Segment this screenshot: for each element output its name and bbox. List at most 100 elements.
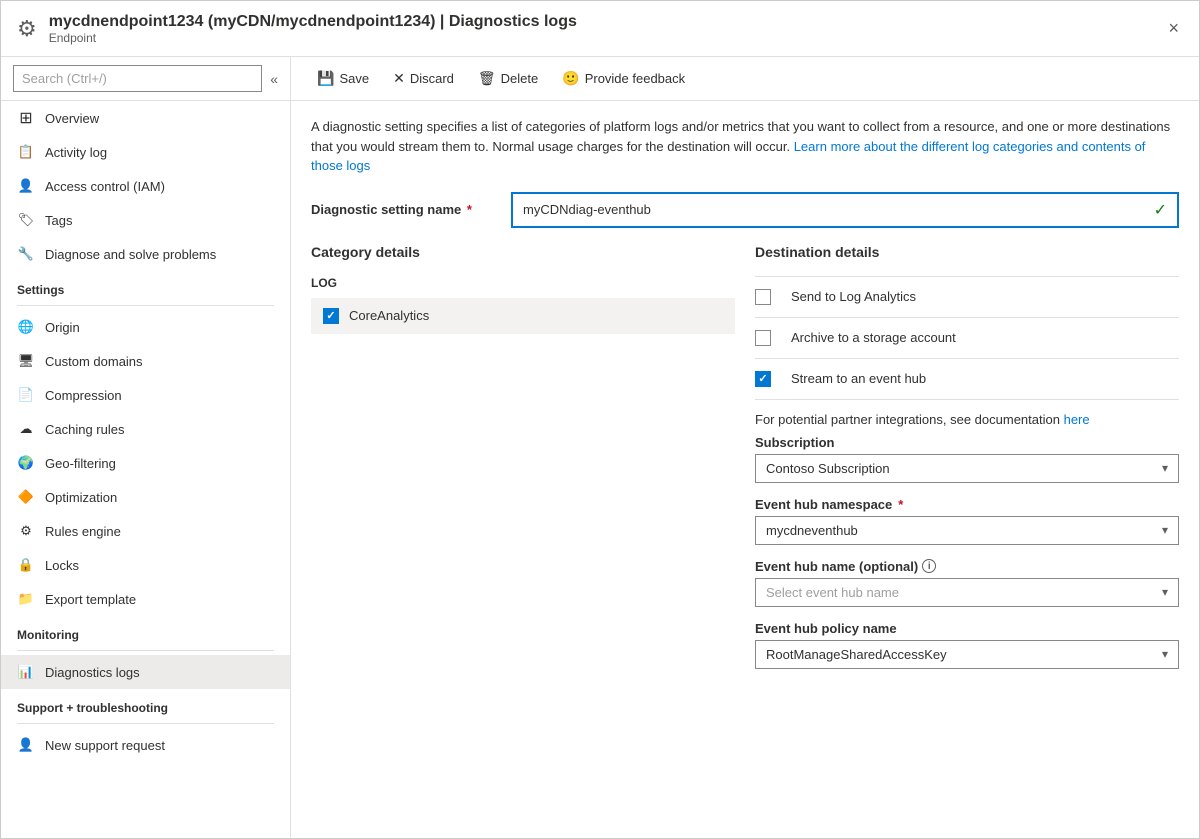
rules-engine-icon: ⚙ [17, 522, 35, 540]
subscription-label: Subscription [755, 435, 1179, 450]
sidebar-item-overview[interactable]: ⊞ Overview [1, 101, 290, 135]
event-hub-name-label: Event hub name (optional) i [755, 559, 1179, 574]
locks-icon: 🔒 [17, 556, 35, 574]
event-hub-namespace-field: Event hub namespace * mycdneventhub ▾ [755, 497, 1179, 545]
category-details-header: Category details [311, 244, 735, 260]
sidebar-item-diagnostics-logs-label: Diagnostics logs [45, 665, 140, 680]
sidebar-item-optimization-label: Optimization [45, 490, 117, 505]
export-template-icon: 📁 [17, 590, 35, 608]
storage-account-checkbox[interactable] [755, 330, 771, 346]
sidebar-item-access-control[interactable]: 👤 Access control (IAM) [1, 169, 290, 203]
delete-icon: 🗑 [478, 70, 496, 87]
core-analytics-label: CoreAnalytics [349, 308, 429, 323]
page-title: mycdnendpoint1234 (myCDN/mycdnendpoint12… [49, 13, 1165, 31]
new-support-icon: 👤 [17, 736, 35, 754]
subscription-dropdown[interactable]: Contoso Subscription ▾ [755, 454, 1179, 483]
origin-icon: 🌐 [17, 318, 35, 336]
sidebar-item-diagnose[interactable]: 🔧 Diagnose and solve problems [1, 237, 290, 271]
feedback-button[interactable]: 🙂 Provide feedback [552, 65, 695, 92]
overview-icon: ⊞ [17, 109, 35, 127]
collapse-button[interactable]: « [270, 71, 278, 87]
event-hub-name-dropdown[interactable]: Select event hub name ▾ [755, 578, 1179, 607]
event-hub-row[interactable]: Stream to an event hub [755, 359, 1179, 400]
subscription-value: Contoso Subscription [766, 461, 890, 476]
log-analytics-checkbox[interactable] [755, 289, 771, 305]
sidebar-item-activity-log[interactable]: 📋 Activity log [1, 135, 290, 169]
core-analytics-checkbox[interactable] [323, 308, 339, 324]
sidebar-item-origin[interactable]: 🌐 Origin [1, 310, 290, 344]
monitoring-section-label: Monitoring [1, 616, 290, 646]
sidebar-item-activity-log-label: Activity log [45, 145, 107, 160]
delete-button[interactable]: 🗑 Delete [468, 65, 548, 92]
search-input[interactable] [13, 65, 262, 92]
page-subtitle: Endpoint [49, 31, 1165, 45]
description-text: A diagnostic setting specifies a list of… [311, 117, 1179, 176]
monitoring-divider [17, 650, 274, 651]
destination-details-header: Destination details [755, 244, 1179, 260]
event-hub-policy-field: Event hub policy name RootManageSharedAc… [755, 621, 1179, 669]
sidebar-item-diagnostics-logs[interactable]: 📊 Diagnostics logs [1, 655, 290, 689]
sidebar-item-tags[interactable]: 🏷 Tags [1, 203, 290, 237]
tags-icon: 🏷 [17, 211, 35, 229]
sidebar-item-access-control-label: Access control (IAM) [45, 179, 165, 194]
sidebar-item-new-support-label: New support request [45, 738, 165, 753]
sidebar-item-diagnose-label: Diagnose and solve problems [45, 247, 216, 262]
log-label: log [311, 276, 735, 290]
sidebar-item-caching-rules[interactable]: ☁ Caching rules [1, 412, 290, 446]
diagnostic-setting-value: myCDNdiag-eventhub [523, 202, 651, 217]
gear-icon: ⚙ [17, 16, 37, 42]
sidebar-item-locks[interactable]: 🔒 Locks [1, 548, 290, 582]
event-hub-policy-dropdown[interactable]: RootManageSharedAccessKey ▾ [755, 640, 1179, 669]
sidebar-item-compression[interactable]: 📄 Compression [1, 378, 290, 412]
subscription-chevron-icon: ▾ [1162, 461, 1168, 475]
sidebar-item-caching-rules-label: Caching rules [45, 422, 125, 437]
discard-button[interactable]: ✕ Discard [383, 65, 464, 92]
discard-label: Discard [410, 71, 454, 86]
sidebar: « ⊞ Overview 📋 Activity log 👤 Access con… [1, 57, 291, 838]
event-hub-namespace-chevron-icon: ▾ [1162, 523, 1168, 537]
geo-filtering-icon: 🌍 [17, 454, 35, 472]
event-hub-policy-label: Event hub policy name [755, 621, 1179, 636]
event-hub-name-info-icon[interactable]: i [922, 559, 936, 573]
settings-section-label: Settings [1, 271, 290, 301]
core-analytics-row[interactable]: CoreAnalytics [311, 298, 735, 334]
content-area: 💾 Save ✕ Discard 🗑 Delete 🙂 Provide feed… [291, 57, 1199, 838]
log-analytics-label: Send to Log Analytics [791, 289, 916, 304]
event-hub-namespace-dropdown[interactable]: mycdneventhub ▾ [755, 516, 1179, 545]
storage-account-row[interactable]: Archive to a storage account [755, 318, 1179, 359]
sidebar-item-origin-label: Origin [45, 320, 80, 335]
custom-domains-icon: 🖥 [17, 352, 35, 370]
event-hub-name-chevron-icon: ▾ [1162, 585, 1168, 599]
sidebar-item-new-support[interactable]: 👤 New support request [1, 728, 290, 762]
sidebar-item-geo-filtering[interactable]: 🌍 Geo-filtering [1, 446, 290, 480]
caching-rules-icon: ☁ [17, 420, 35, 438]
sidebar-item-custom-domains[interactable]: 🖥 Custom domains [1, 344, 290, 378]
save-button[interactable]: 💾 Save [307, 65, 379, 92]
delete-label: Delete [501, 71, 539, 86]
diagnose-icon: 🔧 [17, 245, 35, 263]
compression-icon: 📄 [17, 386, 35, 404]
access-control-icon: 👤 [17, 177, 35, 195]
sidebar-item-locks-label: Locks [45, 558, 79, 573]
event-hub-checkbox[interactable] [755, 371, 771, 387]
subscription-field: Subscription Contoso Subscription ▾ [755, 435, 1179, 483]
sidebar-item-export-template[interactable]: 📁 Export template [1, 582, 290, 616]
storage-account-label: Archive to a storage account [791, 330, 956, 345]
diagnostic-setting-label: Diagnostic setting name * [311, 202, 511, 217]
sidebar-item-compression-label: Compression [45, 388, 122, 403]
log-analytics-row[interactable]: Send to Log Analytics [755, 276, 1179, 318]
toolbar: 💾 Save ✕ Discard 🗑 Delete 🙂 Provide feed… [291, 57, 1199, 101]
event-hub-namespace-value: mycdneventhub [766, 523, 858, 538]
event-hub-policy-chevron-icon: ▾ [1162, 647, 1168, 661]
close-button[interactable]: × [1164, 14, 1183, 43]
sidebar-item-rules-engine[interactable]: ⚙ Rules engine [1, 514, 290, 548]
event-hub-name-field: Event hub name (optional) i Select event… [755, 559, 1179, 607]
partner-link[interactable]: here [1064, 412, 1090, 427]
sidebar-item-overview-label: Overview [45, 111, 99, 126]
optimization-icon: 🔶 [17, 488, 35, 506]
event-hub-label: Stream to an event hub [791, 371, 926, 386]
sidebar-item-optimization[interactable]: 🔶 Optimization [1, 480, 290, 514]
discard-icon: ✕ [393, 70, 405, 87]
sidebar-item-tags-label: Tags [45, 213, 72, 228]
diagnostic-setting-input[interactable]: myCDNdiag-eventhub ✓ [511, 192, 1179, 228]
